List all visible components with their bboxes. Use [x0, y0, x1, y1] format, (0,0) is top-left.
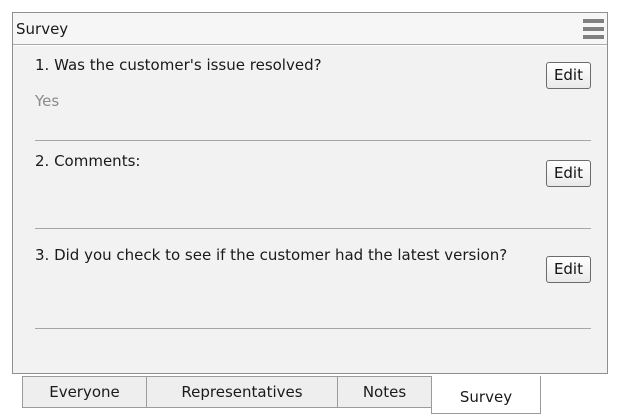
- question-text: 1. Was the customer's issue resolved?: [35, 56, 322, 74]
- edit-button-question-1[interactable]: Edit: [545, 62, 591, 89]
- question-answer: Yes: [35, 92, 60, 110]
- divider: [35, 228, 591, 229]
- question-3: 3. Did you check to see if the customer …: [35, 246, 591, 326]
- panel-header: Survey: [13, 13, 607, 45]
- hamburger-menu-icon[interactable]: [583, 19, 604, 39]
- divider: [35, 140, 591, 141]
- tab-notes[interactable]: Notes: [337, 376, 432, 408]
- question-2: 2. Comments: Edit: [35, 152, 591, 212]
- tab-everyone[interactable]: Everyone: [22, 376, 147, 408]
- edit-button-question-2[interactable]: Edit: [545, 160, 591, 187]
- question-text: 2. Comments:: [35, 152, 141, 170]
- panel-title: Survey: [16, 20, 69, 38]
- tab-representatives[interactable]: Representatives: [146, 376, 338, 408]
- survey-panel: Survey 1. Was the customer's issue resol…: [12, 12, 608, 374]
- question-1: 1. Was the customer's issue resolved? Ye…: [35, 56, 591, 116]
- edit-button-question-3[interactable]: Edit: [545, 256, 591, 283]
- question-text: 3. Did you check to see if the customer …: [35, 246, 508, 264]
- tab-survey[interactable]: Survey: [431, 376, 541, 414]
- survey-content: 1. Was the customer's issue resolved? Ye…: [13, 45, 607, 373]
- divider: [35, 328, 591, 329]
